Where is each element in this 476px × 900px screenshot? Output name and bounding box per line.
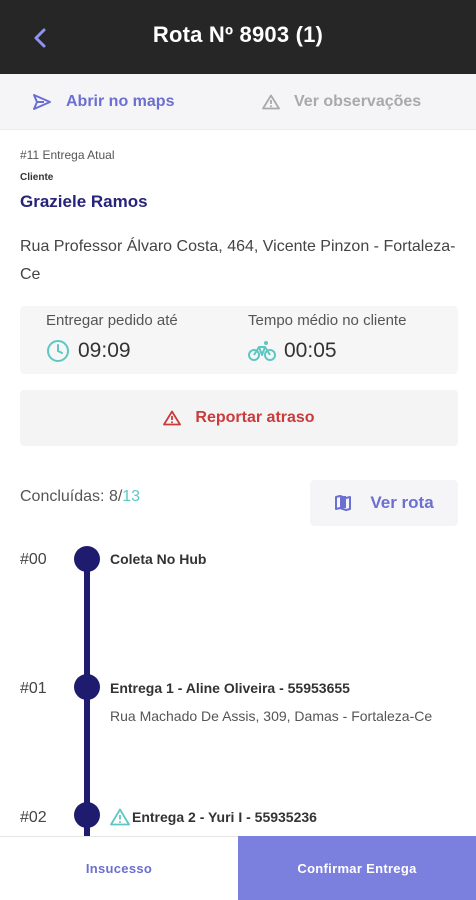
report-delay-button[interactable]: Reportar atraso: [20, 390, 458, 446]
stop-address: Rua Machado De Assis, 309, Damas - Forta…: [110, 708, 433, 724]
clock-icon: [47, 340, 69, 362]
report-delay-label: Reportar atraso: [195, 409, 315, 426]
stop-title-text: Entrega 1 - Aline Oliveira - 55953655: [110, 680, 350, 696]
app-header: Rota Nº 8903 (1): [0, 0, 476, 74]
deliver-by-row: 09:09: [46, 339, 178, 363]
page-title: Rota Nº 8903 (1): [152, 22, 324, 47]
completed-count: Concluídas: 8/13: [20, 488, 140, 506]
stop-number: #01: [20, 680, 47, 697]
time-info-box: Entregar pedido até 09:09 Tempo médio no…: [20, 306, 458, 374]
delivery-address: Rua Professor Álvaro Costa, 464, Vicente…: [20, 238, 456, 283]
stop-title-text: Entrega 2 - Yuri I - 55935236: [132, 809, 317, 825]
stop-title-text: Coleta No Hub: [110, 551, 207, 567]
view-route-label: Ver rota: [370, 493, 434, 512]
stop-number: #00: [20, 551, 47, 568]
avg-time-label: Tempo médio no cliente: [248, 312, 407, 329]
warning-icon: [262, 94, 280, 110]
warning-icon: [110, 808, 130, 826]
view-route-button[interactable]: Ver rota: [310, 480, 458, 526]
map-icon: [335, 495, 352, 511]
stop-dot: [74, 674, 100, 700]
client-name: Graziele Ramos: [20, 192, 148, 211]
confirm-delivery-button[interactable]: Confirmar Entrega: [238, 836, 476, 900]
deliver-by-value: 09:09: [78, 339, 131, 362]
stop-title[interactable]: Coleta No Hub: [110, 551, 206, 567]
current-delivery-label: #11 Entrega Atual: [20, 148, 115, 162]
failure-button[interactable]: Insucesso: [0, 836, 238, 900]
client-label: Cliente: [20, 172, 54, 183]
total-count: 13: [122, 488, 141, 505]
deliver-by-section: Entregar pedido até 09:09: [46, 312, 178, 363]
avg-time-row: 00:05: [248, 339, 406, 363]
stop-dot: [74, 546, 100, 572]
bicycle-icon: [248, 341, 276, 361]
bottom-action-bar: Insucesso Confirmar Entrega: [0, 836, 476, 900]
warning-icon: [163, 410, 182, 426]
action-bar: Abrir no maps Ver observações: [0, 74, 476, 130]
deliver-by-label: Entregar pedido até: [46, 312, 178, 329]
view-observations-label: Ver observações: [294, 93, 422, 110]
send-icon: [33, 94, 51, 110]
avg-time-value: 00:05: [284, 339, 337, 362]
open-maps-button[interactable]: Abrir no maps: [32, 74, 174, 130]
view-observations-button[interactable]: Ver observações: [262, 74, 421, 130]
stop-number: #02: [20, 809, 47, 826]
completed-label: Concluídas: 8/: [20, 488, 123, 505]
stop-title[interactable]: Entrega 1 - Aline Oliveira - 55953655: [110, 680, 350, 696]
open-maps-label: Abrir no maps: [66, 93, 175, 110]
progress-row: Concluídas: 8/13 Ver rota: [20, 480, 458, 526]
stop-dot: [74, 802, 100, 828]
stop-title[interactable]: Entrega 2 - Yuri I - 55935236: [110, 808, 317, 826]
avg-time-section: Tempo médio no cliente 00:05: [248, 312, 406, 363]
